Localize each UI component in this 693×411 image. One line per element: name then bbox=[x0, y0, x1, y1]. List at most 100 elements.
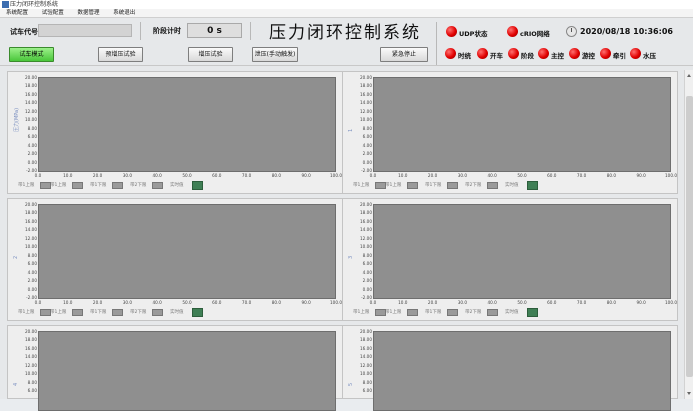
y-tick-label: 4.00 bbox=[27, 269, 37, 275]
y-tick-label: 14.00 bbox=[360, 100, 372, 106]
legend-label: 带1上限 bbox=[385, 310, 402, 315]
led-label-main-control: 主控 bbox=[551, 52, 564, 60]
title-bar: 压力闭环控制系统 bbox=[0, 0, 693, 9]
phase-timer-label: 阶段计时 bbox=[153, 27, 181, 35]
pre-pressure-test-button[interactable]: 预增压试验 bbox=[98, 47, 143, 62]
menu-item-system-config[interactable]: 系统配置 bbox=[0, 9, 34, 18]
x-tick-label: 20.0 bbox=[92, 300, 103, 305]
led-timing bbox=[445, 48, 456, 59]
legend-label: 带1下限 bbox=[425, 310, 442, 315]
x-tick-label: 60.0 bbox=[547, 300, 557, 305]
x-tick-label: 60.0 bbox=[212, 173, 222, 178]
x-tick-label: 20.0 bbox=[427, 300, 438, 305]
chart-plot-area[interactable] bbox=[373, 77, 671, 172]
crio-network-led bbox=[507, 26, 518, 37]
y-tick-label: 2.00 bbox=[27, 278, 37, 284]
chart-panel: 20.00 18.00 16.00 14.00 12.00 10.00 8.00 6.00 4.… bbox=[342, 71, 678, 194]
legend-label: 带1上限 bbox=[353, 183, 370, 188]
x-tick-label: 60.0 bbox=[547, 173, 557, 178]
menu-item-test-config[interactable]: 试验配置 bbox=[36, 9, 70, 18]
y-tick-label: 20.00 bbox=[25, 329, 37, 334]
legend-swatch[interactable] bbox=[152, 182, 163, 189]
phase-timer-value: 0 s bbox=[187, 23, 242, 38]
y-tick-label: 20.00 bbox=[25, 75, 37, 80]
legend-swatch[interactable] bbox=[447, 182, 458, 189]
x-tick-label: 70.0 bbox=[576, 173, 587, 178]
emergency-stop-button[interactable]: 紧急停止 bbox=[380, 47, 428, 62]
x-tick-label: 70.0 bbox=[241, 300, 252, 305]
legend-swatch[interactable] bbox=[72, 182, 83, 189]
legend-swatch[interactable] bbox=[447, 309, 458, 316]
y-tick-label: 4.00 bbox=[27, 142, 37, 148]
x-tick-label: 40.0 bbox=[487, 300, 497, 305]
test-mode-button[interactable]: 试车模式 bbox=[9, 47, 54, 62]
y-tick-label: 20.00 bbox=[360, 329, 372, 334]
vent-manual-button[interactable]: 泄压(手动触发) bbox=[252, 47, 298, 62]
x-tick-label: 90.0 bbox=[301, 173, 311, 178]
menu-item-data-management[interactable]: 数据管理 bbox=[72, 9, 106, 18]
udp-status-led bbox=[446, 26, 457, 37]
legend-swatch[interactable] bbox=[407, 309, 418, 316]
legend-swatch[interactable] bbox=[487, 182, 498, 189]
x-tick-label: 0.0 bbox=[34, 300, 42, 305]
scroll-down-icon[interactable] bbox=[687, 392, 691, 395]
chart-plot-area[interactable] bbox=[373, 204, 671, 299]
car-code-label: 试车代号 bbox=[10, 28, 38, 36]
x-tick-label: 20.0 bbox=[92, 173, 103, 178]
y-tick-label: 16.00 bbox=[360, 91, 372, 97]
legend-label: 带1上限 bbox=[18, 310, 35, 315]
legend-swatch[interactable] bbox=[112, 182, 123, 189]
scrollbar-thumb[interactable] bbox=[686, 96, 693, 377]
x-tick-label: 50.0 bbox=[517, 300, 527, 305]
led-label-phase: 阶段 bbox=[521, 52, 534, 60]
menu-item-exit[interactable]: 系统退出 bbox=[107, 9, 141, 18]
x-tick-label: 30.0 bbox=[122, 300, 133, 305]
y-tick-label: 12.00 bbox=[25, 362, 37, 368]
y-axis-label: 4 bbox=[13, 382, 19, 386]
y-tick-label: 10.00 bbox=[25, 244, 37, 250]
x-tick-label: 100.0 bbox=[665, 173, 677, 178]
chart-plot-area[interactable] bbox=[38, 77, 336, 172]
x-tick-label: 80.0 bbox=[271, 173, 282, 178]
scroll-up-icon[interactable] bbox=[687, 74, 691, 77]
legend-label: 带1下限 bbox=[425, 183, 442, 188]
y-axis-label: 2 bbox=[13, 255, 19, 259]
legend-label: 带1上限 bbox=[353, 310, 370, 315]
car-code-input[interactable] bbox=[38, 24, 132, 37]
x-tick-label: 100.0 bbox=[665, 300, 677, 305]
app-icon bbox=[2, 1, 9, 8]
x-tick-label: 10.0 bbox=[63, 173, 73, 178]
led-vernier-control bbox=[569, 48, 580, 59]
chart-plot-area[interactable] bbox=[373, 331, 671, 411]
y-tick-label: 12.00 bbox=[360, 108, 372, 114]
y-tick-label: 2.00 bbox=[27, 151, 37, 157]
waveform-icon[interactable] bbox=[527, 308, 538, 317]
y-tick-label: 6.00 bbox=[362, 261, 372, 267]
y-tick-label: 0.00 bbox=[27, 286, 37, 292]
led-traction bbox=[600, 48, 611, 59]
legend-swatch[interactable] bbox=[112, 309, 123, 316]
waveform-icon[interactable] bbox=[192, 308, 203, 317]
pressurize-test-button[interactable]: 增压试验 bbox=[188, 47, 233, 62]
x-tick-label: 40.0 bbox=[152, 300, 162, 305]
chart-plot-area[interactable] bbox=[38, 331, 336, 411]
x-tick-label: 10.0 bbox=[63, 300, 73, 305]
waveform-icon[interactable] bbox=[192, 181, 203, 190]
legend-swatch[interactable] bbox=[487, 309, 498, 316]
legend-swatch[interactable] bbox=[72, 309, 83, 316]
y-tick-label: 6.00 bbox=[27, 388, 37, 394]
x-tick-label: 50.0 bbox=[517, 173, 527, 178]
legend-swatch[interactable] bbox=[152, 309, 163, 316]
y-tick-label: 18.00 bbox=[25, 83, 37, 89]
y-axis-label: 3 bbox=[348, 255, 354, 259]
chart-plot-area[interactable] bbox=[38, 204, 336, 299]
legend-label: 带1上限 bbox=[50, 183, 67, 188]
y-tick-label: 16.00 bbox=[25, 91, 37, 97]
legend-swatch[interactable] bbox=[407, 182, 418, 189]
led-phase bbox=[508, 48, 519, 59]
waveform-icon[interactable] bbox=[527, 181, 538, 190]
vertical-scrollbar[interactable] bbox=[684, 70, 693, 399]
chart-panel: 20.00 18.00 16.00 14.00 12.00 10.00 8.00 6.00 4 bbox=[7, 325, 343, 411]
y-tick-label: 10.00 bbox=[25, 371, 37, 377]
x-tick-label: 80.0 bbox=[271, 300, 282, 305]
